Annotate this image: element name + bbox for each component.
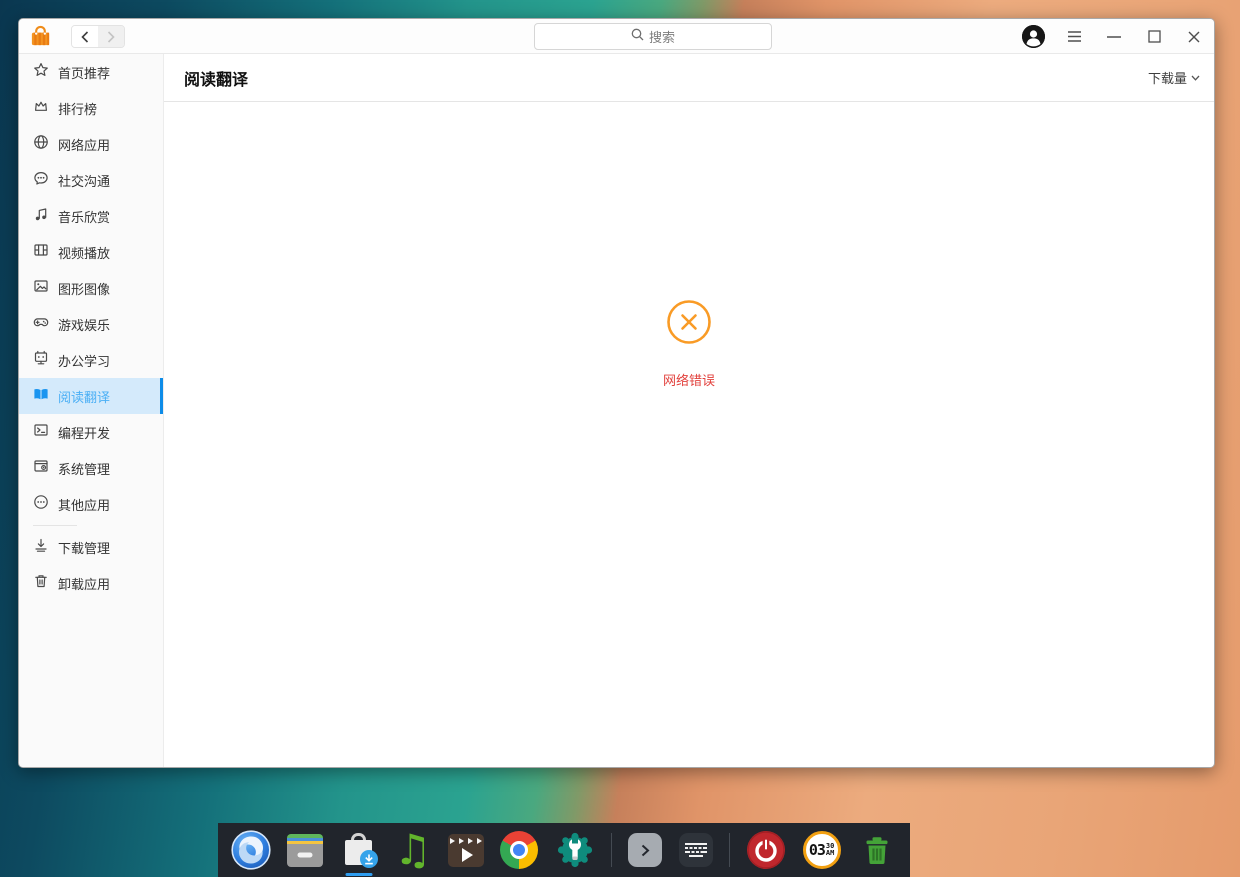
image-icon (33, 278, 49, 298)
sidebar-item-label: 网络应用 (58, 138, 111, 154)
code-icon (33, 422, 49, 442)
sidebar-item[interactable]: 排行榜 (19, 90, 163, 126)
sidebar-item-label: 其他应用 (58, 498, 111, 514)
error-message: 网络错误 (662, 374, 715, 389)
shutdown-icon[interactable] (746, 823, 786, 877)
error-circle-x-icon (666, 299, 712, 349)
virtual-keyboard-icon[interactable] (678, 823, 713, 877)
sidebar-item-label: 下载管理 (58, 541, 111, 557)
sidebar-item[interactable]: 下载管理 (19, 529, 163, 565)
sidebar-item[interactable]: 编程开发 (19, 414, 163, 450)
sidebar-item[interactable]: 网络应用 (19, 126, 163, 162)
sort-dropdown[interactable]: 下载量 (1148, 68, 1200, 87)
sidebar-item[interactable]: 首页推荐 (19, 54, 163, 90)
chat-icon (33, 170, 49, 190)
sidebar-item-label: 首页推荐 (58, 66, 111, 82)
back-button[interactable] (72, 26, 98, 47)
search-input[interactable]: 搜索 (534, 23, 772, 50)
search-placeholder: 搜索 (648, 31, 675, 46)
book-icon (33, 386, 49, 406)
dock: ♫ 03 30 AM (218, 823, 910, 877)
sidebar-item-label: 游戏娱乐 (58, 318, 111, 334)
download-icon (33, 537, 49, 557)
dock-divider (610, 833, 612, 867)
minimize-button[interactable] (1094, 19, 1134, 54)
study-icon (33, 350, 49, 370)
crown-icon (33, 98, 49, 118)
more-icon (33, 494, 49, 514)
page-title: 阅读翻译 (184, 69, 249, 89)
chrome-icon[interactable] (500, 823, 539, 877)
app-store-icon[interactable] (340, 823, 378, 877)
sidebar-item[interactable]: 社交沟通 (19, 162, 163, 198)
sidebar-item-label: 办公学习 (58, 354, 111, 370)
music-icon (33, 206, 49, 226)
clock-icon[interactable]: 03 30 AM (802, 823, 841, 877)
system-icon (33, 458, 49, 478)
sidebar-item[interactable]: 视频播放 (19, 234, 163, 270)
menu-button[interactable] (1054, 19, 1094, 54)
sidebar-divider (33, 525, 77, 526)
sidebar-item[interactable]: 卸载应用 (19, 565, 163, 601)
titlebar: 搜索 (19, 19, 1214, 54)
app-store-window: 搜索 首页推荐 排行榜 网络应用 社交沟通 音乐欣赏 视频播放 图形图像 游戏娱乐 办公学习 阅读… (18, 18, 1215, 768)
chevron-down-icon (1191, 70, 1200, 85)
sidebar-item-label: 阅读翻译 (58, 390, 111, 406)
sidebar-item-label: 卸载应用 (58, 577, 111, 593)
movie-player-icon[interactable] (447, 823, 484, 877)
sidebar-item-label: 系统管理 (58, 462, 111, 478)
sidebar-item-label: 图形图像 (58, 282, 111, 298)
sidebar-item-label: 视频播放 (58, 246, 111, 262)
sidebar-item[interactable]: 音乐欣赏 (19, 198, 163, 234)
close-button[interactable] (1174, 19, 1214, 54)
show-desktop-icon[interactable] (628, 823, 663, 877)
trash-icon (33, 573, 49, 593)
forward-button[interactable] (98, 26, 124, 47)
file-manager-icon[interactable] (287, 823, 324, 877)
content-area: 阅读翻译 下载量 网络错误 (164, 54, 1214, 767)
user-avatar[interactable] (1022, 25, 1045, 48)
sidebar-item-label: 编程开发 (58, 426, 111, 442)
sort-label: 下载量 (1147, 72, 1187, 87)
video-icon (33, 242, 49, 262)
sidebar-item-label: 音乐欣赏 (58, 210, 111, 226)
maximize-button[interactable] (1134, 19, 1174, 54)
sidebar-item[interactable]: 阅读翻译 (19, 378, 163, 414)
history-nav (71, 25, 125, 48)
globe-icon (33, 134, 49, 154)
sidebar-item[interactable]: 图形图像 (19, 270, 163, 306)
active-app-indicator (345, 873, 373, 876)
control-center-icon[interactable] (555, 823, 595, 877)
app-store-logo-icon (29, 25, 52, 48)
star-icon (33, 62, 49, 82)
sidebar-item[interactable]: 办公学习 (19, 342, 163, 378)
sidebar-item-label: 排行榜 (58, 102, 98, 118)
sidebar-item[interactable]: 其他应用 (19, 486, 163, 522)
sidebar-item[interactable]: 游戏娱乐 (19, 306, 163, 342)
network-error-block: 网络错误 (164, 299, 1214, 389)
music-player-icon[interactable]: ♫ (394, 823, 432, 877)
deepin-launcher-icon[interactable] (231, 823, 271, 877)
gamepad-icon (33, 314, 49, 334)
trash-icon[interactable] (857, 823, 897, 877)
dock-divider (728, 833, 730, 867)
category-sidebar: 首页推荐排行榜网络应用社交沟通音乐欣赏视频播放图形图像游戏娱乐办公学习阅读翻译编… (19, 54, 164, 767)
sidebar-item-label: 社交沟通 (58, 174, 111, 190)
search-icon (631, 28, 644, 45)
sidebar-item[interactable]: 系统管理 (19, 450, 163, 486)
